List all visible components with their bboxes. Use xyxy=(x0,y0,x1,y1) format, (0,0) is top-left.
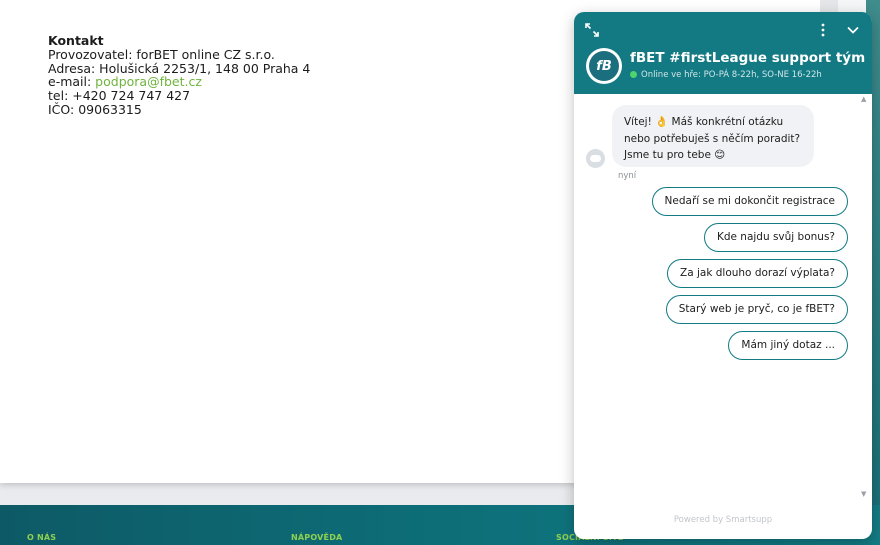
quick-reply-registration[interactable]: Nedaří se mi dokončit registrace xyxy=(651,187,848,216)
contact-address: Adresa: Holušická 2253/1, 148 00 Praha 4 xyxy=(48,60,311,76)
message-line-3: Jsme tu pro tebe 😊 xyxy=(624,149,726,161)
quick-reply-bonus[interactable]: Kde najdu svůj bonus? xyxy=(703,223,848,252)
footer-help-heading[interactable]: NÁPOVĚDA xyxy=(291,533,342,542)
message-line-1: Vítej! 👌 Máš konkrétní otázku xyxy=(624,116,784,128)
contact-heading: Kontakt xyxy=(48,33,104,48)
message-timestamp: nyní xyxy=(618,171,637,181)
team-name: fBET #firstLeague support tým xyxy=(630,50,866,66)
online-dot-icon xyxy=(630,71,637,78)
chat-header: fB fBET #firstLeague support tým Online … xyxy=(574,12,872,94)
powered-by-link[interactable]: Powered by Smartsupp xyxy=(574,515,872,525)
contact-block: Kontakt Provozovatel: forBET online CZ s… xyxy=(48,34,310,117)
contact-email-label: e-mail: xyxy=(48,74,96,90)
agent-message-bubble: Vítej! 👌 Máš konkrétní otázku nebo potře… xyxy=(612,105,814,167)
message-line-2: nebo potřebuješ s něčím poradit? xyxy=(624,132,801,145)
online-status: Online ve hře: PO-PÁ 8-22h, SO-NE 16-22h xyxy=(630,70,822,80)
quick-reply-payout[interactable]: Za jak dlouho dorazí výplata? xyxy=(667,259,848,288)
expand-icon[interactable] xyxy=(585,23,599,40)
quick-reply-other[interactable]: Mám jiný dotaz ... xyxy=(728,331,848,360)
contact-email-link[interactable]: podpora@fbet.cz xyxy=(95,74,202,89)
footer-about-heading[interactable]: O NÁS xyxy=(27,533,56,542)
quick-reply-old-web[interactable]: Starý web je pryč, co je fBET? xyxy=(665,295,848,324)
scroll-up-arrow-icon[interactable]: ▲ xyxy=(861,95,866,103)
contact-email-row: e-mail: podpora@fbet.cz xyxy=(48,75,310,89)
contact-ico: IČO: 09063315 xyxy=(48,101,142,117)
contact-operator: Provozovatel: forBET online CZ s.r.o. xyxy=(48,46,275,62)
scroll-down-arrow-icon[interactable]: ▼ xyxy=(861,490,866,498)
chat-widget: fB fBET #firstLeague support tým Online … xyxy=(574,12,872,539)
team-logo-mark: fB xyxy=(589,51,619,81)
more-options-icon[interactable] xyxy=(820,23,826,40)
bot-avatar xyxy=(586,149,605,168)
chat-bubble-icon xyxy=(590,155,601,162)
chevron-down-icon[interactable] xyxy=(846,23,860,40)
team-logo: fB xyxy=(586,48,622,84)
contact-phone: tel: +420 724 747 427 xyxy=(48,88,191,104)
online-status-text: Online ve hře: PO-PÁ 8-22h, SO-NE 16-22h xyxy=(641,70,822,80)
